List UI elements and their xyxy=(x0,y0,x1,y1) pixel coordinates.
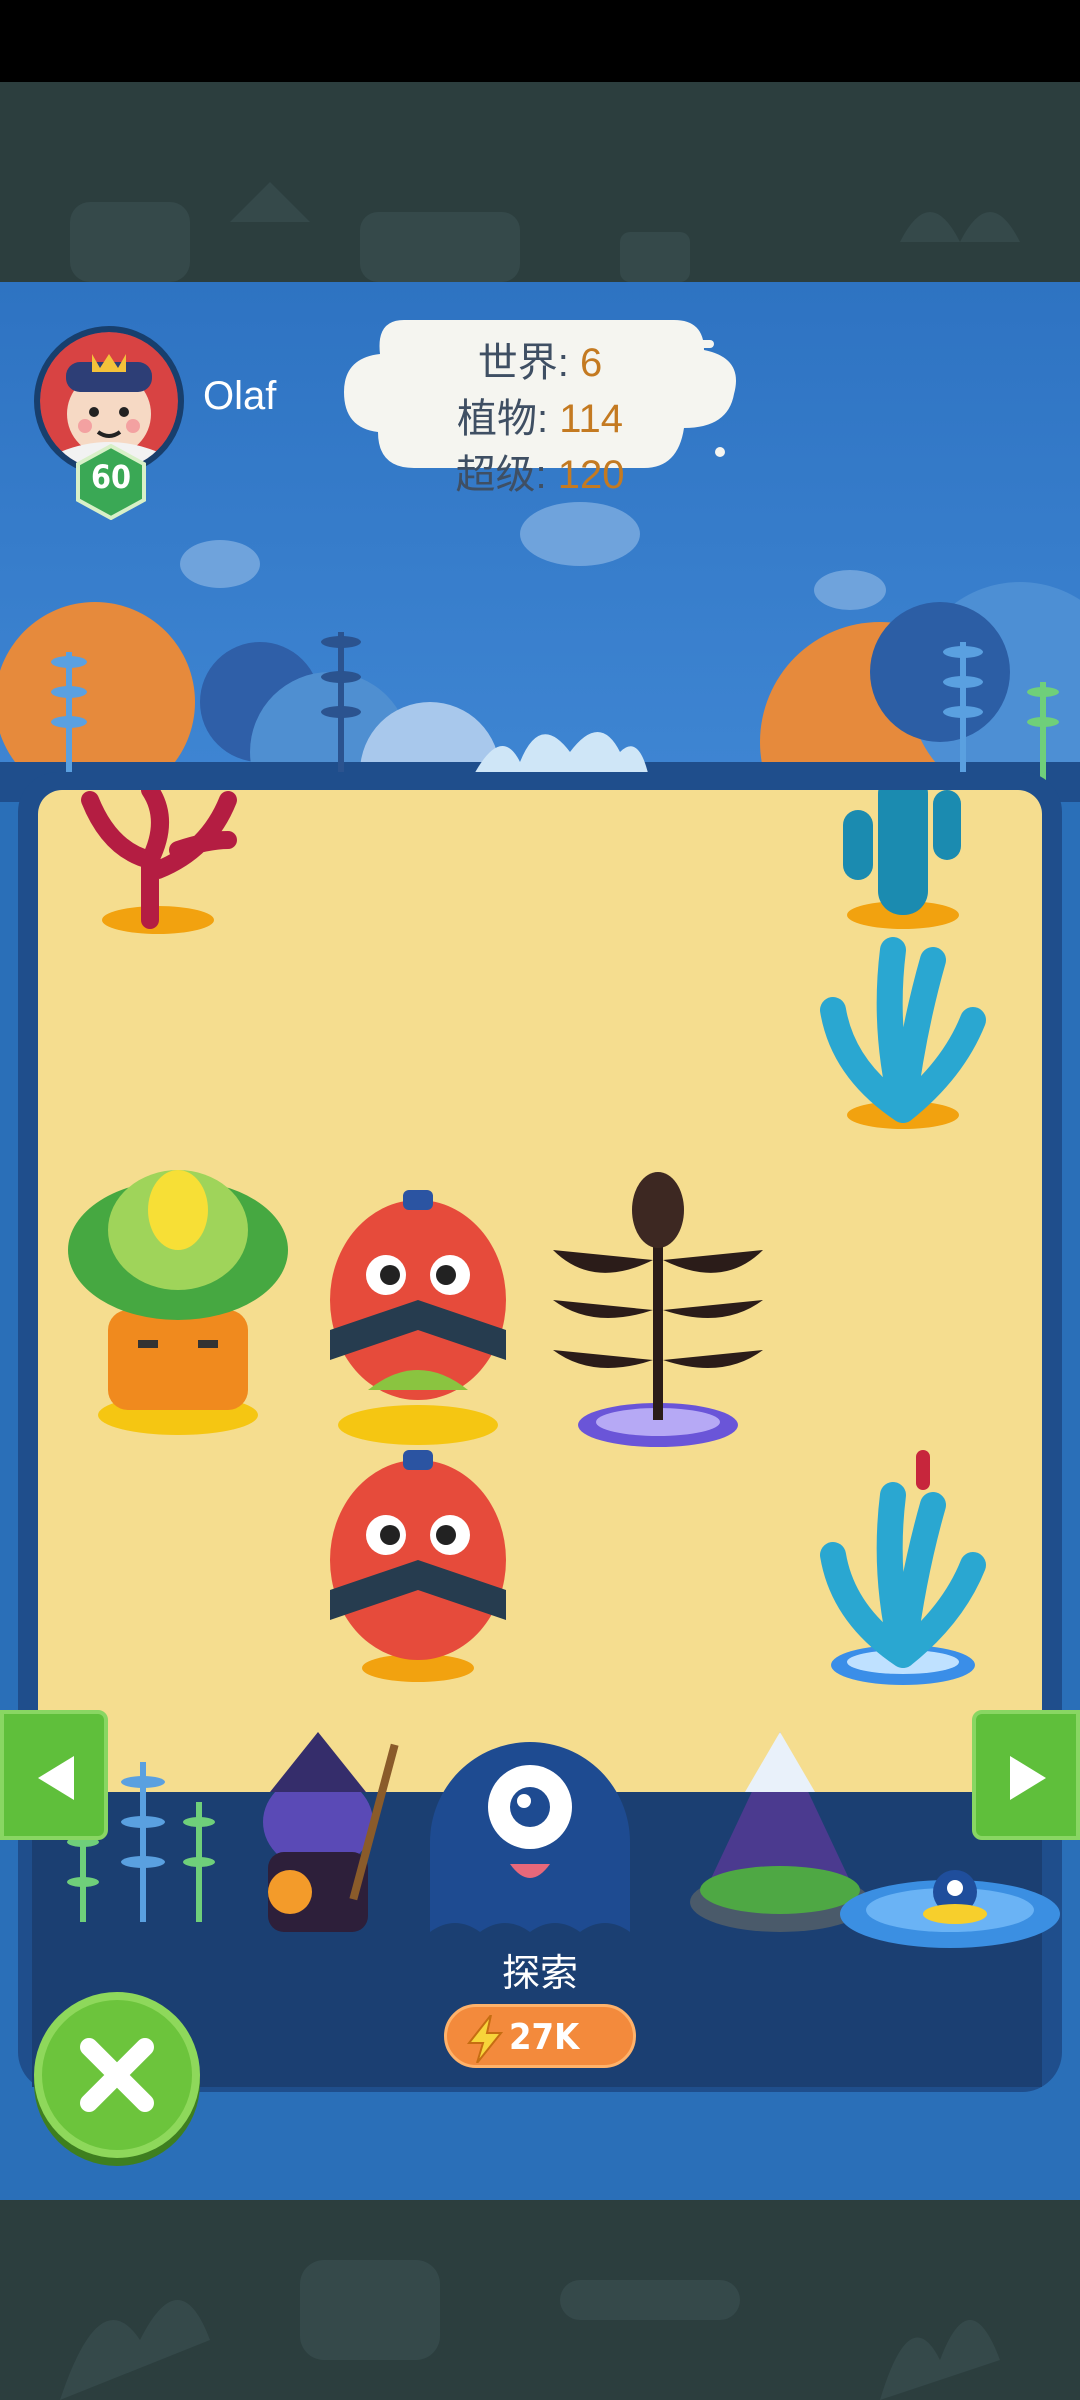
stat-world-label: 世界: xyxy=(477,341,569,385)
plant-red-creature[interactable] xyxy=(328,1190,508,1450)
stat-plants-label: 植物: xyxy=(456,397,549,441)
stat-super-label: 超级: xyxy=(455,453,547,497)
explore-label: 探索 xyxy=(501,1953,578,1995)
next-world-button[interactable] xyxy=(972,1710,1080,1840)
plant-dark-tree[interactable] xyxy=(543,1170,773,1450)
plant-blue-coral[interactable] xyxy=(818,930,988,1130)
snow-creature-icon xyxy=(690,1732,870,1932)
status-bar xyxy=(0,0,1080,82)
witch-creature-icon xyxy=(263,1732,399,1932)
level-text: 60 xyxy=(90,458,132,496)
stat-world: 世界: 6 xyxy=(344,330,736,388)
right-arrow-icon xyxy=(1010,1756,1046,1800)
pond-icon xyxy=(840,1870,1060,1948)
energy-cost-badge[interactable]: 27K xyxy=(444,2004,636,2068)
plant-red-coral[interactable] xyxy=(58,790,258,940)
close-button[interactable] xyxy=(34,1992,200,2158)
garden-panel: 60 Olaf 世界: 6 植物: 114 超级: 120 探索 27K xyxy=(0,282,1080,2200)
plant-red-creature-2[interactable] xyxy=(328,1450,508,1690)
explore-monster-button[interactable] xyxy=(420,1732,640,1952)
stat-super: 超级: 120 xyxy=(344,442,736,500)
energy-bolt-icon xyxy=(466,2015,504,2063)
stat-world-value: 6 xyxy=(580,341,603,385)
close-icon xyxy=(80,2038,154,2112)
dimmed-background-bottom xyxy=(0,2200,1080,2400)
stat-plants: 植物: 114 xyxy=(344,386,736,444)
plant-blue-coral-2[interactable] xyxy=(818,1450,988,1690)
dimmed-background-top xyxy=(0,82,1080,282)
plant-orange-leafy[interactable] xyxy=(58,1160,298,1440)
energy-cost-value: 27K xyxy=(509,2017,580,2058)
garden-grid xyxy=(38,790,1042,1792)
plant-blue-cactus[interactable] xyxy=(833,790,973,930)
stats-cloud: 世界: 6 植物: 114 超级: 120 xyxy=(344,300,736,497)
previous-world-button[interactable] xyxy=(0,1710,108,1840)
player-name: Olaf xyxy=(203,374,277,418)
stat-plants-value: 114 xyxy=(559,397,624,441)
level-badge: 60 xyxy=(76,444,146,520)
stat-super-value: 120 xyxy=(557,453,625,497)
left-arrow-icon xyxy=(38,1756,74,1800)
